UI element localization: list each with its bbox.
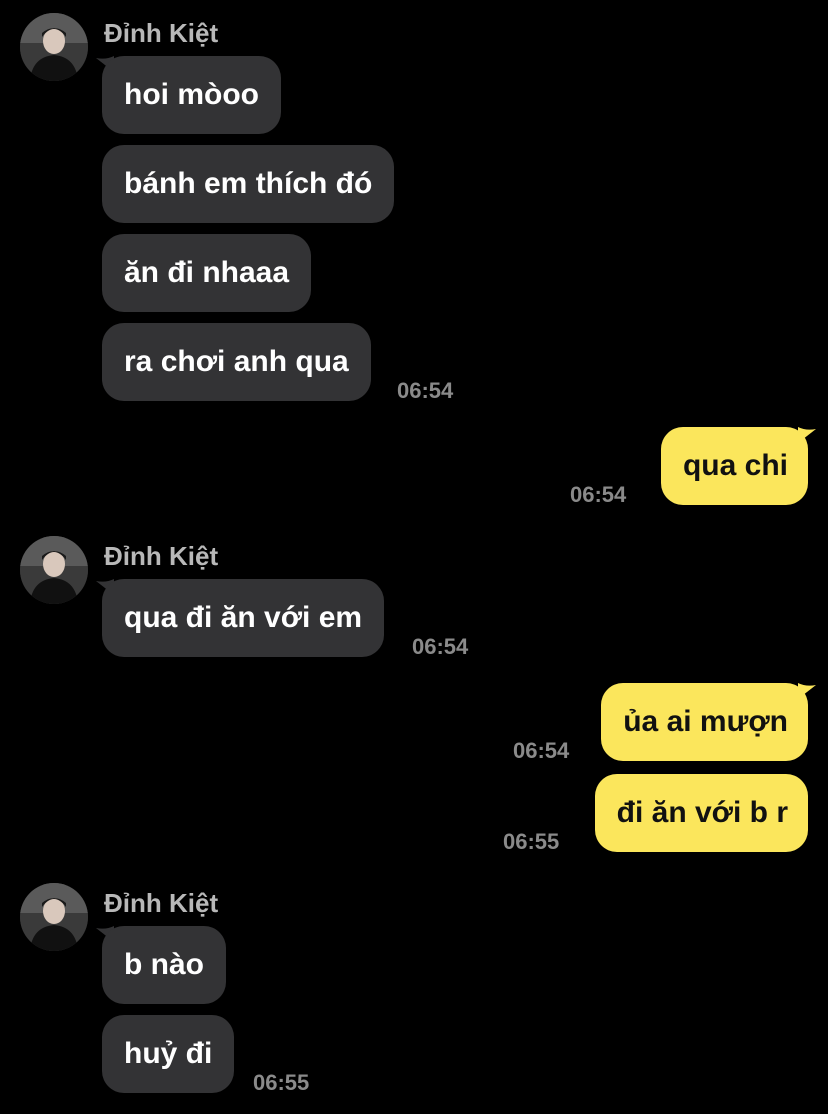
message-bubble-incoming[interactable]: bánh em thích đó: [102, 145, 395, 223]
message-bubble-outgoing[interactable]: đi ăn với b r: [594, 774, 808, 852]
avatar[interactable]: [20, 13, 88, 81]
avatar[interactable]: [20, 883, 88, 951]
message-bubble-outgoing[interactable]: ủa ai mượn: [601, 683, 808, 761]
message-bubble-incoming[interactable]: b nào: [102, 926, 226, 1004]
message-bubble-incoming[interactable]: hoi mòoo: [102, 56, 281, 134]
avatar[interactable]: [20, 536, 88, 604]
message-timestamp: 06:54: [570, 482, 627, 507]
message-bubble-incoming[interactable]: ra chơi anh qua: [102, 323, 371, 401]
message-timestamp: 06:54: [513, 738, 570, 763]
message-bubble-incoming[interactable]: huỷ đi: [102, 1015, 235, 1093]
message-timestamp: 06:55: [253, 1070, 310, 1095]
message-timestamp: 06:55: [503, 829, 560, 854]
sender-name: Đỉnh Kiệt: [104, 541, 219, 571]
sender-name: Đỉnh Kiệt: [104, 888, 219, 918]
sender-name: Đỉnh Kiệt: [104, 18, 219, 48]
message-bubble-incoming[interactable]: qua đi ăn với em: [102, 579, 385, 657]
message-timestamp: 06:54: [397, 378, 454, 403]
message-bubble-incoming[interactable]: ăn đi nhaaa: [102, 234, 312, 312]
message-bubble-outgoing[interactable]: qua chi: [660, 427, 808, 505]
message-timestamp: 06:54: [412, 634, 469, 659]
